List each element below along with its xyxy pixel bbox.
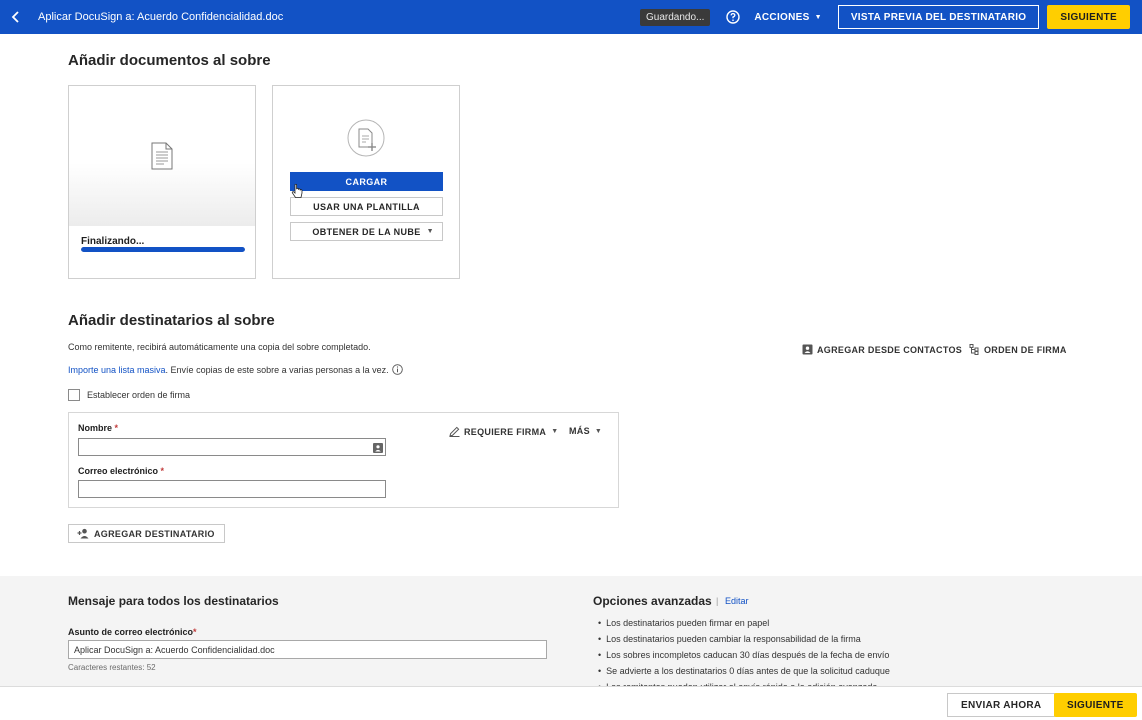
info-icon[interactable] xyxy=(391,364,403,375)
title-separator: | xyxy=(716,596,719,606)
requires-signature-dropdown[interactable]: REQUIERE FIRMA ▼ xyxy=(449,426,558,437)
remaining-characters: Caracteres restantes: 52 xyxy=(68,663,156,672)
set-signing-order-row: Establecer orden de firma xyxy=(68,389,190,401)
add-recipient-button[interactable]: AGREGAR DESTINATARIO xyxy=(68,524,225,543)
get-from-cloud-button[interactable]: OBTENER DE LA NUBE ▼ xyxy=(290,222,443,241)
set-signing-order-label: Establecer orden de firma xyxy=(87,390,191,400)
name-label-text: Nombre xyxy=(78,423,113,433)
next-button-top[interactable]: SIGUIENTE xyxy=(1047,5,1130,29)
email-input[interactable] xyxy=(78,480,386,498)
email-label-text: Correo electrónico xyxy=(78,466,159,476)
actions-label: ACCIONES xyxy=(754,11,810,23)
mouse-cursor-icon xyxy=(291,184,303,198)
add-from-contacts-button[interactable]: AGREGAR DESDE CONTACTOS xyxy=(802,344,962,355)
required-mark: * xyxy=(114,423,119,433)
send-now-button[interactable]: ENVIAR AHORA xyxy=(947,693,1056,717)
advanced-option-item: Los destinatarios pueden firmar en papel xyxy=(598,618,890,634)
required-mark: * xyxy=(160,466,165,476)
name-input[interactable] xyxy=(78,438,386,456)
message-title: Mensaje para todos los destinatarios xyxy=(68,594,279,608)
add-document-icon xyxy=(347,119,385,157)
more-dropdown[interactable]: MÁS ▼ xyxy=(569,426,602,436)
back-button[interactable] xyxy=(0,0,32,34)
chevron-left-icon xyxy=(11,11,19,23)
advanced-options-title: Opciones avanzadas xyxy=(593,594,712,608)
advanced-edit-link[interactable]: Editar xyxy=(725,596,749,606)
required-mark: * xyxy=(193,627,197,637)
contact-card-icon[interactable] xyxy=(373,443,383,453)
document-title: Aplicar DocuSign a: Acuerdo Confidencial… xyxy=(38,11,284,23)
signing-order-label: ORDEN DE FIRMA xyxy=(984,344,1067,355)
set-signing-order-checkbox[interactable] xyxy=(68,389,80,401)
add-from-contacts-label: AGREGAR DESDE CONTACTOS xyxy=(817,344,963,355)
use-template-label: USAR UNA PLANTILLA xyxy=(313,201,420,212)
name-label: Nombre * xyxy=(78,423,118,433)
bulk-list-note: Importe una lista masiva. Envíe copias d… xyxy=(68,364,403,375)
get-from-cloud-label: OBTENER DE LA NUBE xyxy=(312,226,421,237)
documents-section-title: Añadir documentos al sobre xyxy=(68,52,271,69)
add-recipient-label: AGREGAR DESTINATARIO xyxy=(94,528,215,539)
upload-progress-fill xyxy=(81,247,245,252)
copy-note: Como remitente, recibirá automáticamente… xyxy=(68,342,371,352)
subject-value: Aplicar DocuSign a: Acuerdo Confidencial… xyxy=(74,644,275,655)
subject-input[interactable]: Aplicar DocuSign a: Acuerdo Confidencial… xyxy=(68,640,547,659)
upload-status: Finalizando... xyxy=(81,236,145,247)
upload-progress-bar xyxy=(81,247,245,252)
pen-icon xyxy=(449,426,460,437)
next-button-bottom[interactable]: SIGUIENTE xyxy=(1054,693,1137,717)
signing-order-icon xyxy=(969,344,979,355)
recipients-section-title: Añadir destinatarios al sobre xyxy=(68,312,275,329)
use-template-button[interactable]: USAR UNA PLANTILLA xyxy=(290,197,443,216)
signing-order-button[interactable]: ORDEN DE FIRMA xyxy=(969,344,1067,355)
advanced-option-item: Se advierte a los destinatarios 0 días a… xyxy=(598,666,890,682)
document-icon xyxy=(151,142,173,170)
add-document-card: CARGAR USAR UNA PLANTILLA OBTENER DE LA … xyxy=(272,85,460,279)
top-bar: Aplicar DocuSign a: Acuerdo Confidencial… xyxy=(0,0,1142,34)
footer-bar: ENVIAR AHORA SIGUIENTE xyxy=(0,686,1142,720)
contacts-icon xyxy=(802,344,813,355)
advanced-option-item: Los destinatarios pueden cambiar la resp… xyxy=(598,634,890,650)
document-card: Finalizando... xyxy=(68,85,256,279)
caret-down-icon: ▼ xyxy=(594,427,603,435)
bulk-list-link[interactable]: Importe una lista masiva xyxy=(68,365,166,375)
upload-button[interactable]: CARGAR xyxy=(290,172,443,191)
caret-down-icon: ▼ xyxy=(551,428,559,435)
recipient-card: Nombre * Correo electrónico * REQUIERE F… xyxy=(68,412,619,508)
subject-label: Asunto de correo electrónico* xyxy=(68,627,197,637)
document-preview xyxy=(69,86,255,226)
caret-down-icon: ▼ xyxy=(814,13,822,21)
bulk-list-text: . Envíe copias de este sobre a varias pe… xyxy=(165,365,389,375)
advanced-option-item: Los sobres incompletos caducan 30 días d… xyxy=(598,650,890,666)
recipient-preview-button[interactable]: VISTA PREVIA DEL DESTINATARIO xyxy=(837,5,1040,29)
email-label: Correo electrónico * xyxy=(78,466,164,476)
help-icon[interactable] xyxy=(726,10,741,24)
subject-label-text: Asunto de correo electrónico xyxy=(68,627,194,637)
more-label: MÁS xyxy=(569,426,590,436)
actions-menu[interactable]: ACCIONES ▼ xyxy=(754,12,821,23)
add-person-icon xyxy=(77,528,89,539)
saving-status: Guardando... xyxy=(640,8,711,26)
caret-down-icon: ▼ xyxy=(426,228,434,235)
requires-signature-label: REQUIERE FIRMA xyxy=(464,426,547,437)
